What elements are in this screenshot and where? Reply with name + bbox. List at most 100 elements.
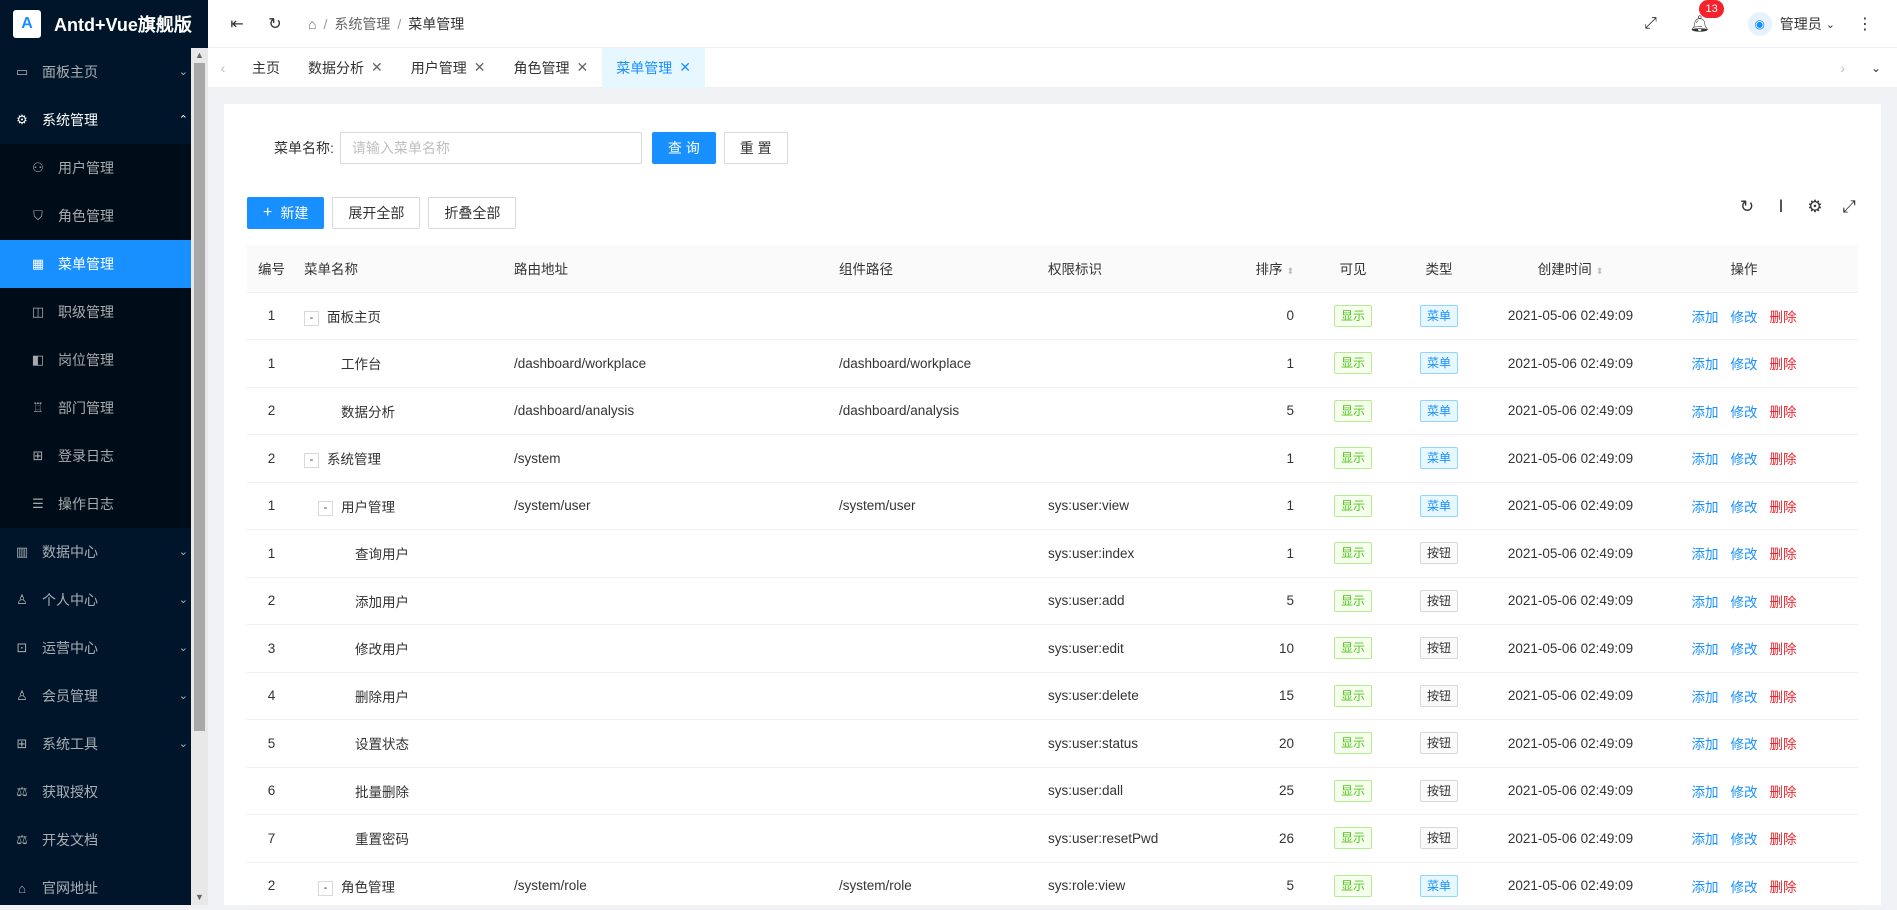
add-link[interactable]: 添加 [1692, 310, 1719, 325]
sidebar-item[interactable]: ▥数据中心⌄ [0, 528, 208, 576]
user-name[interactable]: 管理员 [1780, 14, 1822, 34]
expand-toggle-icon[interactable]: - [318, 501, 333, 516]
sidebar-scrollbar[interactable]: ▲ ▼ [191, 48, 208, 905]
collapse-all-button[interactable]: 折叠全部 [428, 197, 516, 229]
sidebar-subitem[interactable]: ⚇用户管理 [0, 144, 208, 192]
sort-icon[interactable]: ⬍ [1286, 266, 1294, 276]
delete-link[interactable]: 删除 [1770, 357, 1797, 372]
tab[interactable]: 角色管理✕ [499, 48, 602, 88]
tab-scroll-right-icon[interactable]: › [1840, 60, 1845, 76]
sidebar-item[interactable]: ♙个人中心⌄ [0, 576, 208, 624]
delete-link[interactable]: 删除 [1770, 690, 1797, 705]
query-button[interactable]: 查 询 [652, 132, 716, 164]
more-icon[interactable]: ⋮ [1857, 14, 1873, 34]
tab[interactable]: 数据分析✕ [294, 48, 397, 88]
menu-fold-icon[interactable]: ⇤ [228, 14, 246, 34]
notification-bell[interactable]: 🔔︎ 13 [1689, 14, 1709, 34]
close-icon[interactable]: ✕ [474, 59, 486, 76]
close-icon[interactable]: ✕ [679, 59, 691, 76]
delete-link[interactable]: 删除 [1770, 785, 1797, 800]
delete-link[interactable]: 删除 [1770, 595, 1797, 610]
close-icon[interactable]: ✕ [576, 59, 588, 76]
add-link[interactable]: 添加 [1692, 737, 1719, 752]
sidebar-item[interactable]: ⚖开发文档 [0, 816, 208, 864]
fullscreen-icon[interactable]: ⤢ [1641, 15, 1659, 33]
delete-link[interactable]: 删除 [1770, 880, 1797, 895]
new-button[interactable]: +新建 [247, 197, 324, 229]
sidebar-subitem[interactable]: ♖部门管理 [0, 384, 208, 432]
sort-icon[interactable]: ⬍ [1596, 266, 1604, 276]
scroll-down-arrow-icon[interactable]: ▼ [191, 890, 208, 905]
tab[interactable]: 用户管理✕ [397, 48, 500, 88]
tab-dropdown-icon[interactable]: ⌄ [1871, 61, 1881, 75]
sidebar-item[interactable]: ⊡运营中心⌄ [0, 624, 208, 672]
col-header-created[interactable]: 创建时间⬍ [1482, 258, 1659, 278]
delete-link[interactable]: 删除 [1770, 737, 1797, 752]
edit-link[interactable]: 修改 [1731, 547, 1758, 562]
edit-link[interactable]: 修改 [1731, 405, 1758, 420]
add-link[interactable]: 添加 [1692, 500, 1719, 515]
reset-button[interactable]: 重 置 [724, 132, 788, 164]
reload-icon[interactable]: ↻ [1738, 197, 1756, 217]
edit-link[interactable]: 修改 [1731, 595, 1758, 610]
scrollbar-thumb[interactable] [194, 63, 205, 731]
add-link[interactable]: 添加 [1692, 785, 1719, 800]
delete-link[interactable]: 删除 [1770, 500, 1797, 515]
delete-link[interactable]: 删除 [1770, 547, 1797, 562]
expand-all-button[interactable]: 展开全部 [332, 197, 420, 229]
expand-toggle-icon[interactable]: - [304, 311, 319, 326]
scroll-up-arrow-icon[interactable]: ▲ [191, 48, 208, 63]
delete-link[interactable]: 删除 [1770, 642, 1797, 657]
add-link[interactable]: 添加 [1692, 595, 1719, 610]
tab[interactable]: 主页 [238, 48, 294, 88]
add-link[interactable]: 添加 [1692, 452, 1719, 467]
add-link[interactable]: 添加 [1692, 832, 1719, 847]
sidebar-subitem[interactable]: ◧岗位管理 [0, 336, 208, 384]
fullscreen-table-icon[interactable]: ⤢ [1840, 197, 1858, 217]
delete-link[interactable]: 删除 [1770, 310, 1797, 325]
add-link[interactable]: 添加 [1692, 405, 1719, 420]
setting-icon[interactable]: ⚙ [1806, 197, 1824, 217]
column-height-icon[interactable]: Ⅰ [1772, 197, 1790, 217]
sidebar-item[interactable]: ⊞系统工具⌄ [0, 720, 208, 768]
add-link[interactable]: 添加 [1692, 357, 1719, 372]
sidebar-item[interactable]: ♙会员管理⌄ [0, 672, 208, 720]
add-link[interactable]: 添加 [1692, 642, 1719, 657]
sidebar-item[interactable]: ⚖获取授权 [0, 768, 208, 816]
tab[interactable]: 菜单管理✕ [602, 48, 705, 88]
sidebar-item[interactable]: ⌂官网地址 [0, 864, 208, 905]
logo[interactable]: A Antd+Vue旗舰版 [0, 0, 208, 48]
chevron-down-icon[interactable]: ⌄ [1826, 18, 1835, 31]
edit-link[interactable]: 修改 [1731, 832, 1758, 847]
add-link[interactable]: 添加 [1692, 690, 1719, 705]
expand-toggle-icon[interactable]: - [304, 453, 319, 468]
edit-link[interactable]: 修改 [1731, 737, 1758, 752]
edit-link[interactable]: 修改 [1731, 452, 1758, 467]
edit-link[interactable]: 修改 [1731, 785, 1758, 800]
delete-link[interactable]: 删除 [1770, 452, 1797, 467]
sidebar-subitem[interactable]: ☰操作日志 [0, 480, 208, 528]
col-header-sort[interactable]: 排序⬍ [1220, 258, 1310, 278]
tab-scroll-left-icon[interactable]: ‹ [208, 60, 238, 76]
sidebar-subitem[interactable]: ⛉角色管理 [0, 192, 208, 240]
delete-link[interactable]: 删除 [1770, 832, 1797, 847]
edit-link[interactable]: 修改 [1731, 500, 1758, 515]
avatar[interactable]: ◉ [1748, 12, 1772, 36]
refresh-icon[interactable]: ↻ [266, 14, 284, 34]
edit-link[interactable]: 修改 [1731, 690, 1758, 705]
edit-link[interactable]: 修改 [1731, 357, 1758, 372]
edit-link[interactable]: 修改 [1731, 642, 1758, 657]
sidebar-subitem[interactable]: ⊞登录日志 [0, 432, 208, 480]
close-icon[interactable]: ✕ [371, 59, 383, 76]
expand-toggle-icon[interactable]: - [318, 881, 333, 896]
sidebar-item[interactable]: ⚙系统管理⌃ [0, 96, 208, 144]
edit-link[interactable]: 修改 [1731, 310, 1758, 325]
home-icon[interactable]: ⌂ [308, 16, 316, 32]
sidebar-subitem[interactable]: ▦菜单管理 [0, 240, 208, 288]
delete-link[interactable]: 删除 [1770, 405, 1797, 420]
edit-link[interactable]: 修改 [1731, 880, 1758, 895]
sidebar-item[interactable]: ▭面板主页⌄ [0, 48, 208, 96]
add-link[interactable]: 添加 [1692, 880, 1719, 895]
add-link[interactable]: 添加 [1692, 547, 1719, 562]
menu-name-input[interactable] [340, 132, 642, 164]
